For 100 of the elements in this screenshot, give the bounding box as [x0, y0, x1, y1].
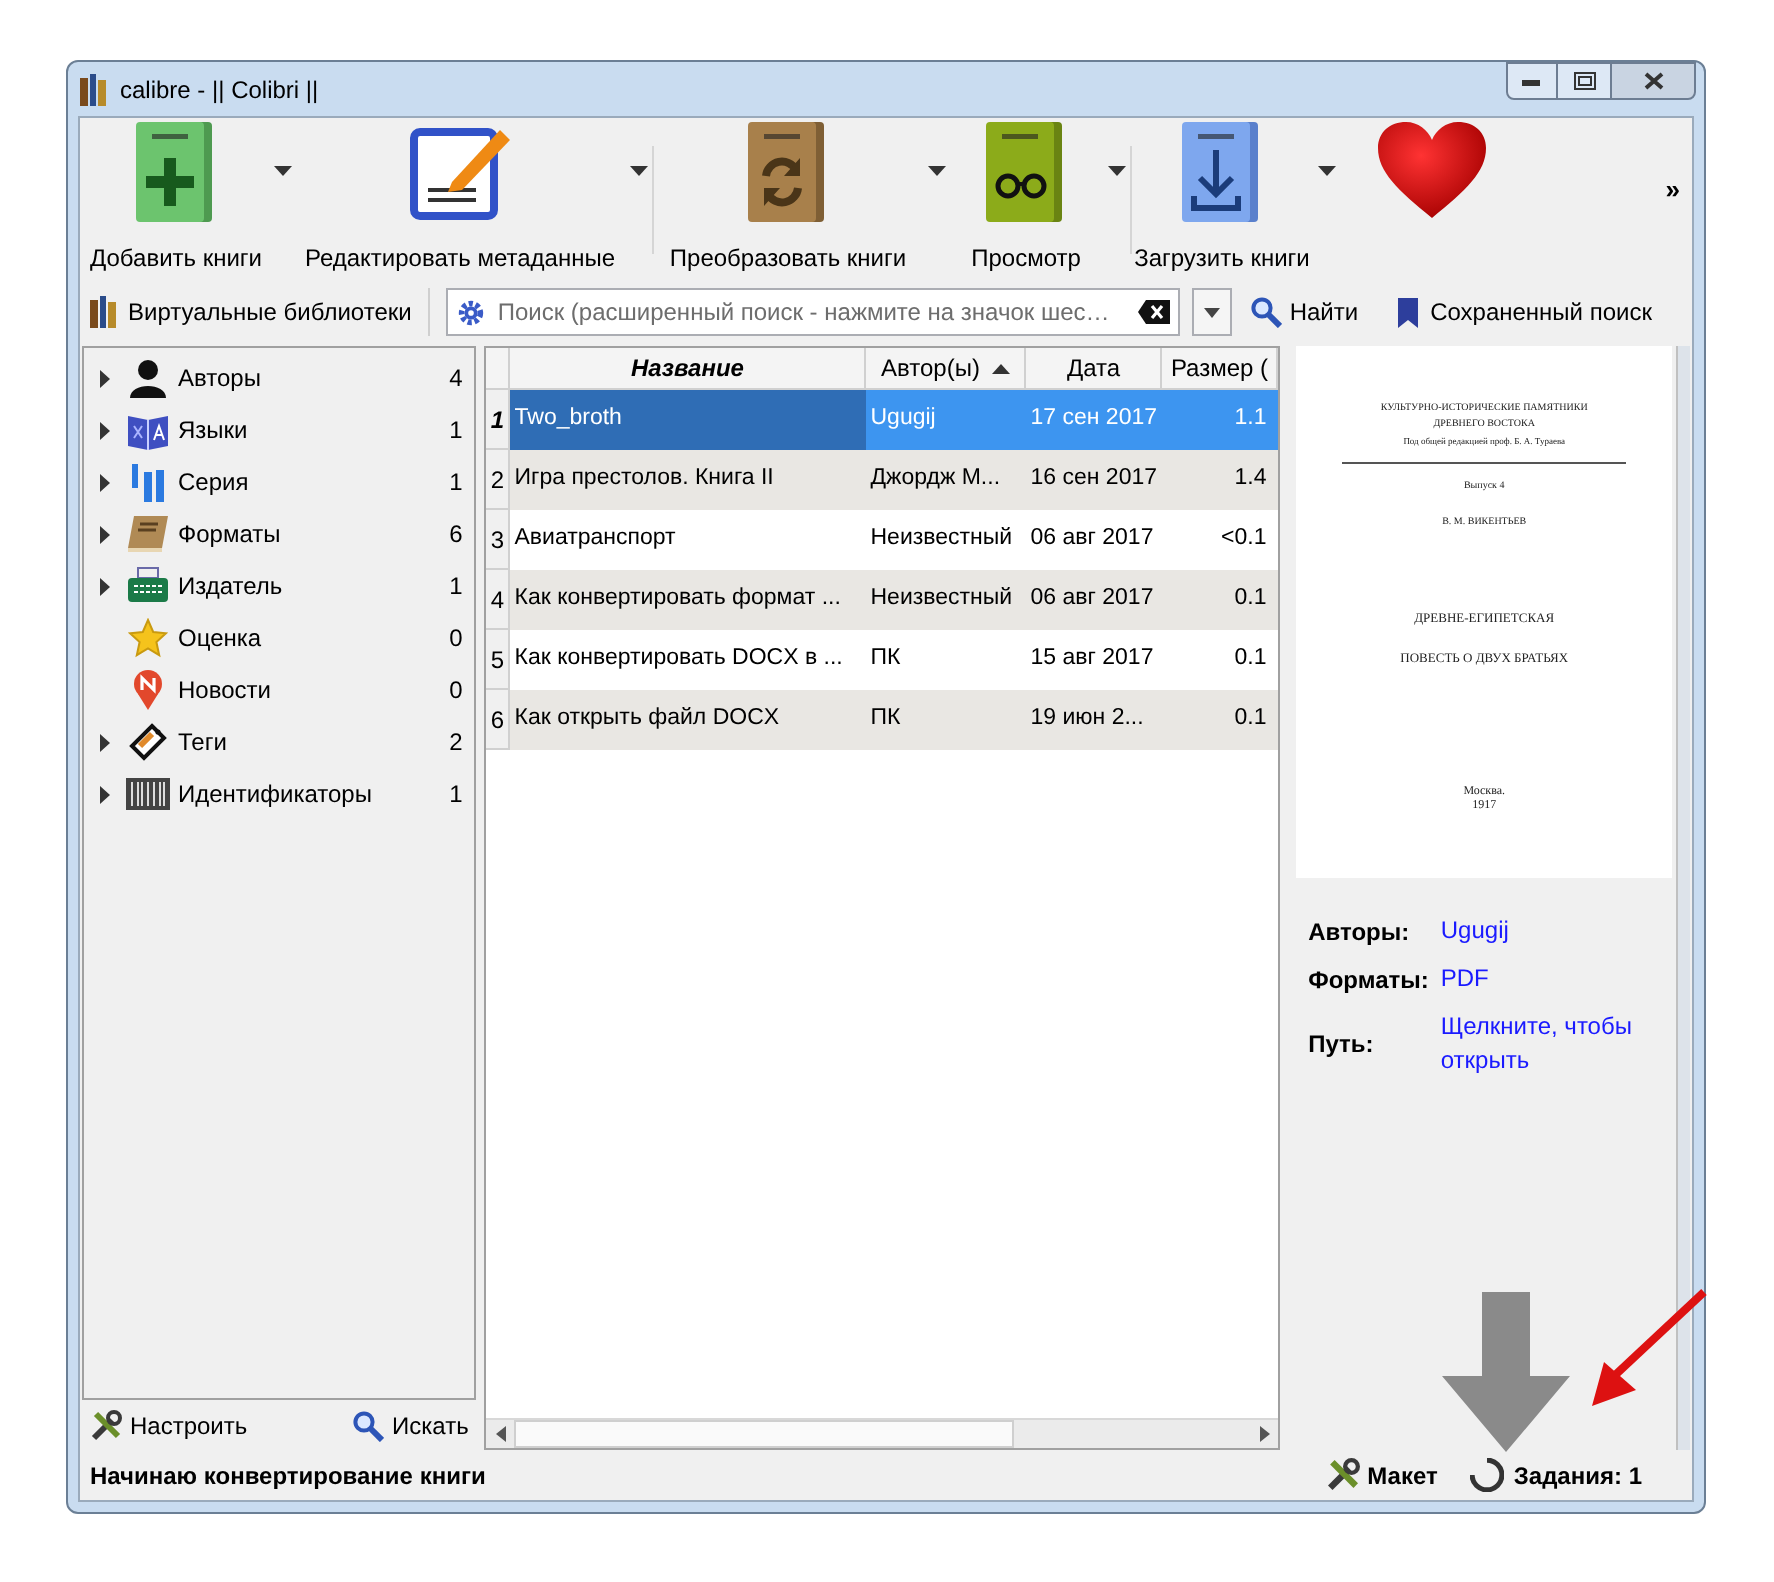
- detail-label: Путь:: [1308, 1028, 1376, 1062]
- caret-icon: [927, 165, 945, 175]
- clear-icon[interactable]: [1137, 300, 1170, 324]
- table-cell-text: Как конвертировать DOCX в ...: [512, 644, 845, 675]
- tag-browser-item[interactable]: Оценка 0: [84, 612, 475, 664]
- tag-browser-item[interactable]: Идентификаторы 1: [84, 768, 475, 820]
- column-header[interactable]: Автор(ы): [866, 348, 1027, 388]
- search-icon: [1249, 296, 1282, 328]
- tag-browser-item[interactable]: Новости 0: [84, 664, 475, 716]
- search-icon: [352, 1409, 385, 1441]
- sort-arrow-icon: [991, 363, 1010, 373]
- book-icon: [126, 514, 170, 554]
- minimize-icon: [1522, 77, 1542, 85]
- detail-link[interactable]: Щелкните, чтобы открыть: [1440, 1010, 1665, 1078]
- toolbar-button[interactable]: Редактировать метаданные: [296, 118, 624, 282]
- edit-document-icon: [408, 122, 512, 222]
- table-cell-text: Как открыть файл DOCX: [512, 704, 782, 735]
- saved-search-button[interactable]: Сохраненный поиск: [1392, 288, 1658, 336]
- table-cell-text: 0.1: [1232, 704, 1269, 735]
- row-number: 6: [486, 690, 511, 750]
- table-cell: 17 сен 2017: [1026, 390, 1163, 450]
- tag-browser-item[interactable]: Форматы 6: [84, 508, 475, 560]
- table-cell-text: Авиатранспорт: [512, 524, 678, 555]
- column-header[interactable]: Название: [510, 348, 867, 388]
- close-button[interactable]: [1610, 62, 1696, 100]
- table-cell-text: ПК: [868, 644, 903, 675]
- expand-arrow-icon[interactable]: [99, 577, 109, 595]
- caret-icon: [1107, 165, 1125, 175]
- row-number: 2: [486, 450, 511, 510]
- table-cell-text: Игра престолов. Книга II: [512, 464, 776, 495]
- tag-browser-item[interactable]: Издатель 1: [84, 560, 475, 612]
- table-cell-text: Неизвестный: [868, 524, 1015, 555]
- row-number: 5: [486, 630, 511, 690]
- caret-icon: [629, 165, 647, 175]
- bars-icon: [128, 462, 168, 502]
- book-plus-icon: [136, 122, 216, 222]
- expand-arrow-icon[interactable]: [99, 473, 109, 491]
- table-cell-text: 15 авг 2017: [1028, 644, 1156, 675]
- scroll-left-icon[interactable]: [495, 1426, 506, 1442]
- table-cell: 1.1: [1162, 390, 1279, 450]
- heart-icon: [1378, 122, 1486, 218]
- caret-icon: [1317, 165, 1335, 175]
- tag-browser-item[interactable]: Серия 1: [84, 456, 475, 508]
- expand-arrow-icon[interactable]: [99, 421, 109, 439]
- row-number: 1: [486, 390, 511, 450]
- row-number: 4: [486, 570, 511, 630]
- table-cell-text: ПК: [868, 704, 903, 735]
- detail-link[interactable]: PDF: [1440, 962, 1665, 998]
- caret-icon: [1203, 307, 1220, 317]
- maximize-icon: [1573, 72, 1595, 90]
- table-cell-text: Неизвестный: [868, 584, 1015, 615]
- table-row[interactable]: 6 Как открыть файл DOCX ПК 19 июн 2... 0.1: [486, 690, 1279, 750]
- tag-browser-item[interactable]: Авторы 4: [84, 352, 475, 404]
- virtual-libraries-button[interactable]: Виртуальные библиотеки: [86, 288, 430, 336]
- tag-browser-item[interactable]: Языки 1: [84, 404, 475, 456]
- search-field[interactable]: Поиск (расширенный поиск - нажмите на значок шес…: [445, 288, 1180, 336]
- configure-button[interactable]: Настроить: [90, 1407, 248, 1443]
- minimize-button[interactable]: [1506, 62, 1558, 100]
- expand-arrow-icon[interactable]: [99, 525, 109, 543]
- scroll-right-icon[interactable]: [1259, 1426, 1270, 1442]
- table-cell-text: Как конвертировать формат ...: [512, 584, 843, 615]
- expand-arrow-icon[interactable]: [99, 369, 109, 387]
- table-cell-text: 19 июн 2...: [1028, 704, 1146, 735]
- table-cell-text: 1.4: [1232, 464, 1269, 495]
- bookmark-icon: [1398, 297, 1419, 327]
- detail-link[interactable]: Ugugij: [1440, 914, 1665, 950]
- table-row[interactable]: 4 Как конвертировать формат ... Неизвестный 06 авг 2017 0.1: [486, 570, 1279, 630]
- more-tools-button[interactable]: »: [1665, 170, 1680, 209]
- table-cell-text: <0.1: [1219, 524, 1269, 555]
- gear-icon[interactable]: [455, 297, 486, 327]
- row-number: 3: [486, 510, 511, 570]
- vertical-scrollbar[interactable]: [1676, 346, 1690, 1450]
- tag-browser-item[interactable]: Теги 2: [84, 716, 475, 768]
- map-pin-icon: [132, 670, 164, 710]
- toolbar-button[interactable]: Просмотр: [950, 118, 1102, 282]
- find-button[interactable]: Найти: [1243, 288, 1365, 336]
- expand-arrow-icon[interactable]: [99, 733, 109, 751]
- window-title: calibre - || Colibri ||: [120, 73, 319, 107]
- layout-button[interactable]: Макет: [1325, 1457, 1438, 1493]
- maximize-button[interactable]: [1558, 62, 1610, 100]
- table-cell-text: 16 сен 2017: [1028, 464, 1160, 495]
- toolbar-button[interactable]: Загрузить книги: [1132, 118, 1312, 282]
- search-history-dropdown[interactable]: [1191, 288, 1232, 336]
- table-row[interactable]: 1 Two_broth Ugugij 17 сен 2017 1.1: [486, 390, 1279, 450]
- book-glasses-icon: [986, 122, 1066, 222]
- close-icon: [1643, 72, 1663, 90]
- table-row[interactable]: 2 Игра престолов. Книга II Джордж М... 16 сен 2017 1.4: [486, 450, 1279, 510]
- horizontal-scrollbar[interactable]: [486, 1418, 1279, 1448]
- column-header[interactable]: Дата: [1026, 348, 1163, 388]
- toolbar-button[interactable]: Преобразовать книги: [654, 118, 922, 282]
- column-header[interactable]: Размер (: [1162, 348, 1279, 388]
- expand-arrow-icon[interactable]: [99, 785, 109, 803]
- toolbar-button[interactable]: Добавить книги: [84, 118, 268, 282]
- jobs-button[interactable]: Задания: 1: [1469, 1457, 1642, 1493]
- table-cell: Two_broth: [510, 390, 867, 450]
- tools-icon: [90, 1409, 122, 1441]
- barcode-icon: [126, 776, 170, 812]
- search-button[interactable]: Искать: [352, 1407, 469, 1443]
- printer-icon: [126, 566, 170, 606]
- status-message: Начинаю конвертирование книги: [90, 1459, 488, 1493]
